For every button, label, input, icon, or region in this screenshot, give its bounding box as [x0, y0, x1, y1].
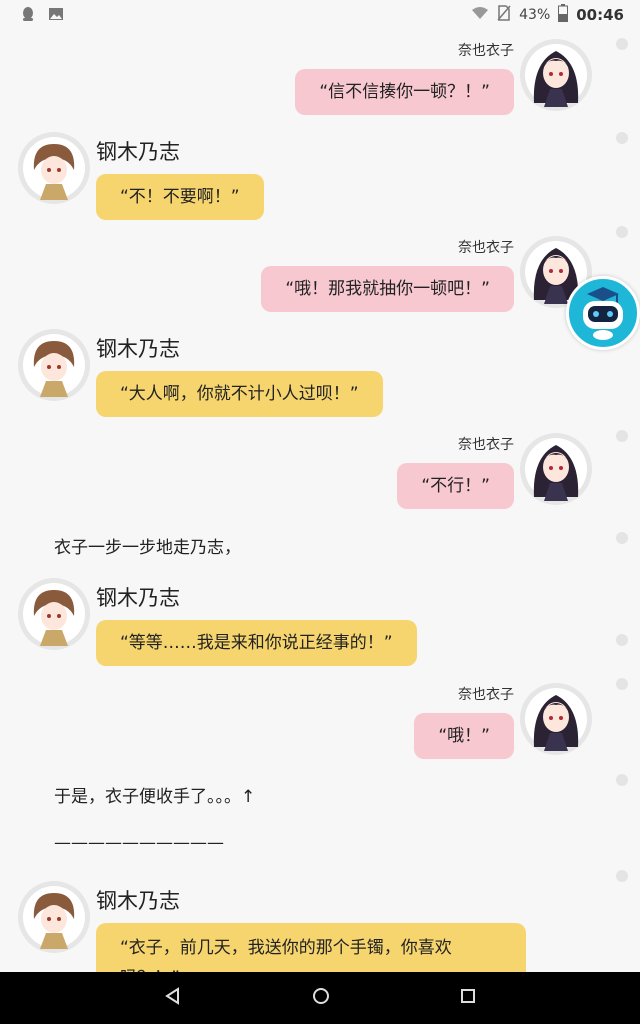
chat-message: 钢木乃志 “不！不要啊！” [18, 132, 578, 222]
sender-name: 奈也衣子 [458, 43, 514, 59]
message-bubble[interactable]: “不行！” [397, 463, 514, 509]
narration-divider: —————————— [54, 833, 224, 853]
message-bubble[interactable]: “大人啊，你就不计小人过呗！” [96, 371, 383, 417]
back-icon[interactable] [164, 987, 182, 1009]
scroll-dot-indicator [616, 28, 628, 972]
avatar[interactable] [520, 433, 592, 505]
chat-message: 奈也衣子 “信不信揍你一顿？！” [32, 28, 592, 115]
chat-message: 钢木乃志 “等等……我是来和你说正经事的！” [18, 578, 578, 668]
sender-name: 奈也衣子 [458, 240, 514, 256]
message-bubble[interactable]: “衣子，前几天，我送你的那个手镯，你喜欢吗？！” [96, 923, 526, 972]
sender-name: 奈也衣子 [458, 437, 514, 453]
sender-name: 钢木乃志 [96, 140, 180, 164]
chat-message: 钢木乃志 “大人啊，你就不计小人过呗！” [18, 329, 578, 419]
message-bubble[interactable]: “信不信揍你一顿？！” [295, 69, 514, 115]
status-bar: 43% 00:46 [0, 0, 640, 28]
avatar[interactable] [18, 881, 90, 953]
avatar[interactable] [18, 132, 90, 204]
no-sim-icon [497, 5, 511, 25]
battery-icon [558, 4, 569, 26]
narration-text: 衣子一步一步地走乃志， [54, 538, 241, 558]
chat-message: 奈也衣子 “不行！” [32, 422, 592, 509]
home-icon[interactable] [312, 987, 330, 1009]
avatar[interactable] [18, 578, 90, 650]
chat-message: 钢木乃志 “衣子，前几天，我送你的那个手镯，你喜欢吗？！” [18, 881, 578, 972]
message-bubble[interactable]: “哦！那我就抽你一顿吧！” [261, 266, 514, 312]
message-bubble[interactable]: “不！不要啊！” [96, 174, 264, 220]
gallery-icon [48, 6, 64, 26]
sender-name: 钢木乃志 [96, 337, 180, 361]
avatar[interactable] [520, 39, 592, 111]
clock: 00:46 [576, 6, 624, 24]
sender-name: 钢木乃志 [96, 889, 180, 913]
message-bubble[interactable]: “哦！” [414, 713, 514, 759]
qq-icon [20, 6, 36, 26]
avatar[interactable] [18, 329, 90, 401]
chat-message: 奈也衣子 “哦！那我就抽你一顿吧！” [32, 225, 592, 312]
battery-level: 43% [519, 7, 551, 23]
chat-content[interactable]: 奈也衣子 “信不信揍你一顿？！” 钢木乃志 “不！不要啊！” 奈也衣子 “哦！那… [0, 28, 640, 972]
wifi-icon [471, 6, 489, 24]
chat-message: 奈也衣子 “哦！” [32, 672, 592, 759]
sender-name: 奈也衣子 [458, 687, 514, 703]
narration-text: 于是，衣子便收手了。。。↑ [54, 787, 256, 807]
robot-assistant-icon[interactable] [566, 276, 640, 350]
recents-icon[interactable] [460, 988, 476, 1008]
message-bubble[interactable]: “等等……我是来和你说正经事的！” [96, 620, 417, 666]
navigation-bar [0, 972, 640, 1024]
sender-name: 钢木乃志 [96, 586, 180, 610]
avatar[interactable] [520, 683, 592, 755]
